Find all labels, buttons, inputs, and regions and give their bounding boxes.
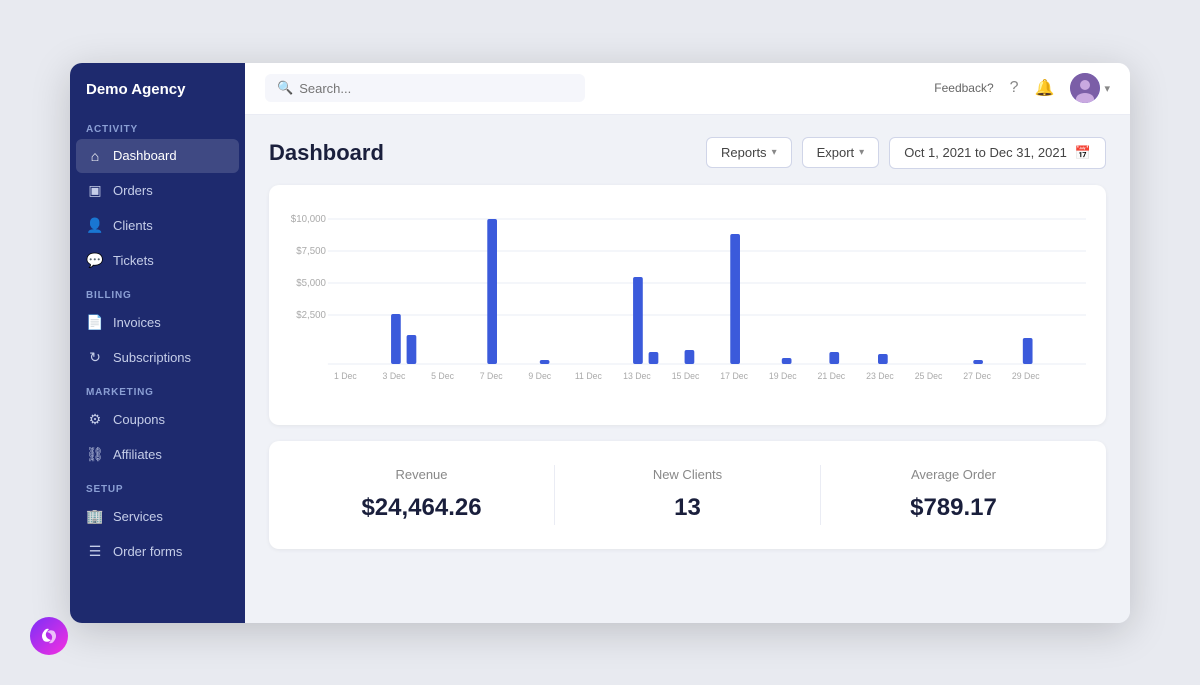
- sidebar-item-subscriptions[interactable]: ↻ Subscriptions: [70, 340, 245, 375]
- dashboard-header: Dashboard Reports ▾ Export ▾ Oct 1, 2021…: [269, 137, 1106, 169]
- reports-button[interactable]: Reports ▾: [706, 137, 792, 168]
- svg-text:19 Dec: 19 Dec: [769, 370, 797, 380]
- bar-chart: $10,000 $7,500 $5,000 $2,500: [289, 209, 1086, 409]
- date-range-text: Oct 1, 2021 to Dec 31, 2021: [904, 145, 1067, 160]
- chart-card: $10,000 $7,500 $5,000 $2,500: [269, 185, 1106, 425]
- sidebar-label-order-forms: Order forms: [113, 544, 182, 559]
- content-inner: Dashboard Reports ▾ Export ▾ Oct 1, 2021…: [245, 115, 1130, 623]
- sidebar-label-tickets: Tickets: [113, 253, 154, 268]
- sidebar-item-affiliates[interactable]: ⛓ Affiliates: [70, 437, 245, 472]
- svg-text:23 Dec: 23 Dec: [866, 370, 894, 380]
- export-button[interactable]: Export ▾: [802, 137, 880, 168]
- svg-text:$5,000: $5,000: [296, 277, 326, 288]
- sidebar-item-tickets[interactable]: 💬 Tickets: [70, 243, 245, 278]
- affiliates-icon: ⛓: [86, 446, 104, 463]
- svg-text:$10,000: $10,000: [291, 213, 327, 224]
- topbar-right: Feedback? ? 🔔 ▾: [934, 73, 1110, 103]
- date-range-button[interactable]: Oct 1, 2021 to Dec 31, 2021 📅: [889, 137, 1106, 169]
- sidebar-label-invoices: Invoices: [113, 315, 161, 330]
- sidebar-label-orders: Orders: [113, 183, 153, 198]
- help-icon[interactable]: ?: [1010, 79, 1019, 97]
- svg-text:9 Dec: 9 Dec: [528, 370, 551, 380]
- sidebar-item-services[interactable]: 🏢 Services: [70, 499, 245, 534]
- section-label-billing: BILLING: [70, 278, 245, 305]
- svg-text:15 Dec: 15 Dec: [672, 370, 700, 380]
- svg-text:11 Dec: 11 Dec: [575, 370, 603, 380]
- svg-text:5 Dec: 5 Dec: [431, 370, 454, 380]
- stat-revenue: Revenue $24,464.26: [289, 467, 554, 522]
- page-title: Dashboard: [269, 140, 384, 166]
- svg-text:$7,500: $7,500: [296, 245, 326, 256]
- revenue-value: $24,464.26: [289, 494, 554, 522]
- sidebar-label-subscriptions: Subscriptions: [113, 350, 191, 365]
- export-chevron-icon: ▾: [859, 147, 864, 158]
- search-icon: 🔍: [277, 80, 293, 96]
- svg-text:7 Dec: 7 Dec: [480, 370, 503, 380]
- avatar-container[interactable]: ▾: [1070, 73, 1110, 103]
- coupons-icon: ⚙: [86, 411, 104, 428]
- brand-name: Demo Agency: [70, 63, 245, 112]
- feedback-button[interactable]: Feedback?: [934, 81, 993, 95]
- svg-text:$2,500: $2,500: [296, 309, 326, 320]
- avg-order-value: $789.17: [821, 494, 1086, 522]
- avatar: [1070, 73, 1100, 103]
- sidebar-label-clients: Clients: [113, 218, 153, 233]
- services-icon: 🏢: [86, 508, 104, 525]
- app-logo: [30, 617, 68, 655]
- sidebar-label-coupons: Coupons: [113, 412, 165, 427]
- svg-text:13 Dec: 13 Dec: [623, 370, 651, 380]
- revenue-label: Revenue: [289, 467, 554, 482]
- stat-new-clients: New Clients 13: [555, 467, 820, 522]
- sidebar-item-clients[interactable]: 👤 Clients: [70, 208, 245, 243]
- sidebar-label-affiliates: Affiliates: [113, 447, 162, 462]
- svg-text:17 Dec: 17 Dec: [720, 370, 748, 380]
- sidebar-label-services: Services: [113, 509, 163, 524]
- calendar-icon: 📅: [1075, 145, 1091, 161]
- search-box[interactable]: 🔍: [265, 74, 585, 102]
- search-input[interactable]: [299, 81, 573, 96]
- new-clients-value: 13: [555, 494, 820, 522]
- chart-area: $10,000 $7,500 $5,000 $2,500: [289, 209, 1086, 409]
- section-label-activity: ACTIVITY: [70, 112, 245, 139]
- sidebar-item-coupons[interactable]: ⚙ Coupons: [70, 402, 245, 437]
- stats-card: Revenue $24,464.26 New Clients 13 Averag…: [269, 441, 1106, 549]
- section-label-setup: SETUP: [70, 472, 245, 499]
- stat-avg-order: Average Order $789.17: [821, 467, 1086, 522]
- sidebar-label-dashboard: Dashboard: [113, 148, 177, 163]
- svg-text:1 Dec: 1 Dec: [334, 370, 357, 380]
- invoices-icon: 📄: [86, 314, 104, 331]
- section-label-marketing: MARKETING: [70, 375, 245, 402]
- subscriptions-icon: ↻: [86, 349, 104, 366]
- avg-order-label: Average Order: [821, 467, 1086, 482]
- clients-icon: 👤: [86, 217, 104, 234]
- svg-text:21 Dec: 21 Dec: [818, 370, 846, 380]
- sidebar: Demo Agency ACTIVITY ⌂ Dashboard ▣ Order…: [70, 63, 245, 623]
- sidebar-item-order-forms[interactable]: ☰ Order forms: [70, 534, 245, 569]
- svg-text:29 Dec: 29 Dec: [1012, 370, 1040, 380]
- orders-icon: ▣: [86, 182, 104, 199]
- sidebar-item-invoices[interactable]: 📄 Invoices: [70, 305, 245, 340]
- sidebar-item-dashboard[interactable]: ⌂ Dashboard: [76, 139, 239, 173]
- topbar: 🔍 Feedback? ? 🔔: [245, 63, 1130, 115]
- avatar-chevron-icon: ▾: [1104, 82, 1110, 95]
- reports-chevron-icon: ▾: [772, 147, 777, 158]
- order-forms-icon: ☰: [86, 543, 104, 560]
- main-content: 🔍 Feedback? ? 🔔: [245, 63, 1130, 623]
- svg-text:3 Dec: 3 Dec: [383, 370, 406, 380]
- header-controls: Reports ▾ Export ▾ Oct 1, 2021 to Dec 31…: [706, 137, 1106, 169]
- sidebar-item-orders[interactable]: ▣ Orders: [70, 173, 245, 208]
- svg-text:27 Dec: 27 Dec: [963, 370, 991, 380]
- home-icon: ⌂: [86, 148, 104, 164]
- reports-label: Reports: [721, 145, 767, 160]
- export-label: Export: [817, 145, 855, 160]
- bell-icon[interactable]: 🔔: [1035, 78, 1055, 98]
- svg-text:25 Dec: 25 Dec: [915, 370, 943, 380]
- tickets-icon: 💬: [86, 252, 104, 269]
- new-clients-label: New Clients: [555, 467, 820, 482]
